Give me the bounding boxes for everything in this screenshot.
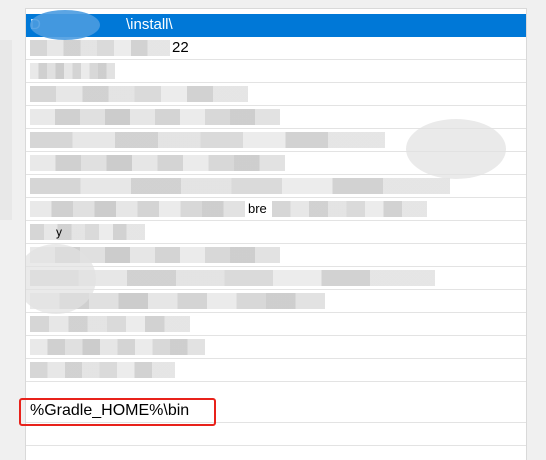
redacted-text	[30, 132, 385, 148]
list-item-label: bre	[248, 201, 267, 216]
redacted-text	[272, 201, 427, 217]
redacted-text	[30, 339, 205, 355]
list-item-selected[interactable]: D \install\	[26, 14, 526, 37]
list-item[interactable]	[26, 313, 526, 336]
list-item-label: 22	[172, 39, 189, 56]
redacted-text	[30, 86, 248, 102]
redacted-text	[30, 178, 450, 194]
list-item[interactable]	[26, 60, 526, 83]
path-list[interactable]: D \install\ 22	[25, 8, 527, 460]
redacted-text	[30, 155, 285, 171]
redacted-area	[30, 10, 100, 40]
redacted-area	[0, 40, 12, 220]
list-item-empty[interactable]	[26, 423, 526, 446]
list-item[interactable]: 22	[26, 37, 526, 60]
list-item[interactable]	[26, 336, 526, 359]
list-item[interactable]: y	[26, 221, 526, 244]
window-background: D \install\ 22	[0, 0, 546, 460]
list-item[interactable]	[26, 359, 526, 382]
highlight-box	[19, 398, 216, 426]
list-item[interactable]	[26, 290, 526, 313]
list-item[interactable]: bre	[26, 198, 526, 221]
redacted-text	[30, 63, 115, 79]
redacted-text	[30, 362, 175, 378]
list-item-empty[interactable]	[26, 446, 526, 460]
list-item-label: y	[56, 225, 62, 239]
list-item[interactable]	[26, 83, 526, 106]
redacted-area	[406, 119, 506, 179]
redacted-text	[30, 40, 170, 56]
redacted-text	[30, 201, 245, 217]
list-item-label: \install\	[126, 16, 173, 33]
redacted-text	[30, 224, 145, 240]
redacted-text	[30, 109, 280, 125]
list-item[interactable]	[26, 267, 526, 290]
list-item[interactable]	[26, 244, 526, 267]
redacted-text	[30, 316, 190, 332]
